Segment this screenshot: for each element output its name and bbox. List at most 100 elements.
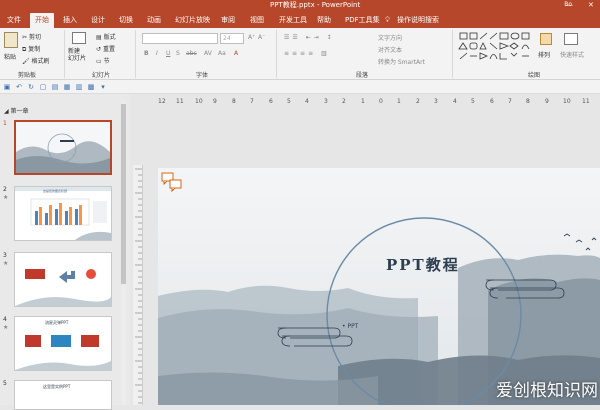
- slide-subtitle[interactable]: • PPT: [342, 323, 358, 330]
- new-slide-button[interactable]: 新建 幻灯片: [68, 48, 92, 62]
- ruler-tick-label: 0: [379, 98, 383, 105]
- spacing-icon[interactable]: AV: [204, 50, 212, 57]
- watermark-text: 爱创根知识网: [496, 381, 598, 401]
- change-case-icon[interactable]: Aa: [218, 50, 226, 57]
- slide-number: 4: [3, 316, 7, 323]
- quick-styles-icon[interactable]: [564, 33, 578, 45]
- star-icon: ★: [3, 324, 9, 331]
- tab-view[interactable]: 视图: [245, 13, 269, 28]
- ruler-tick-label: 7: [508, 98, 512, 105]
- divider: [135, 30, 136, 78]
- bold-icon[interactable]: B: [144, 50, 149, 57]
- thumbnail-scrollbar[interactable]: [121, 100, 126, 405]
- section-header[interactable]: ◢ 第一章: [4, 106, 29, 115]
- list-icons[interactable]: ☰☰ ⇤⇥ ↕: [284, 34, 335, 41]
- format-painter-button[interactable]: 🖌︎ 格式刷: [22, 56, 50, 65]
- smartart-button[interactable]: 转换为 SmartArt: [378, 57, 425, 66]
- slide-2-preview: [15, 187, 111, 240]
- slide-thumbnail-3[interactable]: [14, 252, 112, 307]
- tab-pdf-tools[interactable]: PDF工具集: [340, 13, 385, 28]
- ruler-tick-label: 7: [250, 98, 254, 105]
- ruler-tick-label: 6: [269, 98, 273, 105]
- font-group-label: 字体: [196, 72, 209, 79]
- new-slide-icon[interactable]: [72, 32, 86, 44]
- tab-file[interactable]: 文件: [2, 13, 26, 28]
- grow-font-icon[interactable]: A⁺: [248, 34, 255, 41]
- section-button[interactable]: ▭ 节: [96, 56, 110, 65]
- ruler-tick-label: 9: [545, 98, 549, 105]
- tab-help[interactable]: 帮助: [312, 13, 336, 28]
- grid-icon[interactable]: ▩: [87, 83, 95, 91]
- copy-label: 复制: [28, 46, 41, 53]
- present-icon[interactable]: ▥: [75, 83, 83, 91]
- ruler-tick-label: 5: [471, 98, 475, 105]
- arrange-icon[interactable]: [540, 33, 552, 45]
- layout-button[interactable]: ▤ 版式: [96, 32, 116, 41]
- ruler-tick-label: 2: [342, 98, 346, 105]
- ruler-tick-label: 10: [563, 98, 571, 105]
- start-slideshow-icon[interactable]: ▢: [39, 83, 47, 91]
- redo-icon[interactable]: ↻: [27, 83, 35, 91]
- horizontal-ruler: 12 11 10 9 8 7 6 5 4 3 2 1 0 1 2 3 4 5 6 7 8 9 10 11: [158, 98, 600, 108]
- star-icon: ★: [3, 194, 9, 201]
- ruler-tick-label: 6: [490, 98, 494, 105]
- slide-3-preview: [15, 253, 111, 306]
- slide-title[interactable]: PPT教程: [386, 254, 460, 275]
- slide-thumbnail-2[interactable]: 这是您的图表标题: [14, 186, 112, 241]
- slide-number: 5: [3, 380, 7, 387]
- font-color-icon[interactable]: A: [234, 50, 238, 57]
- tab-transitions[interactable]: 切换: [114, 13, 138, 28]
- underline-icon[interactable]: U: [166, 50, 170, 57]
- quick-styles-button[interactable]: 快速样式: [560, 50, 584, 59]
- ruler-tick-label: 10: [195, 98, 203, 105]
- star-icon: ★: [3, 260, 9, 267]
- tab-design[interactable]: 设计: [86, 13, 110, 28]
- layout-label: 版式: [103, 34, 116, 41]
- tab-slideshow[interactable]: 幻灯片放映: [170, 13, 215, 28]
- ribbon-tabs: 文件 开始 插入 设计 切换 动画 幻灯片放映 审阅 视图 开发工具 帮助 PD…: [0, 10, 600, 28]
- scrollbar-thumb[interactable]: [121, 104, 126, 284]
- shrink-font-icon[interactable]: A⁻: [258, 34, 265, 41]
- slide-4-title: 流星灵弹PPT: [45, 320, 69, 325]
- tab-home[interactable]: 开始: [30, 13, 54, 28]
- tab-animations[interactable]: 动画: [142, 13, 166, 28]
- ruler-tick-label: 3: [324, 98, 328, 105]
- text-direction-button[interactable]: 文字方向: [378, 33, 402, 42]
- tell-me-search[interactable]: 操作说明搜索: [392, 13, 444, 28]
- tab-insert[interactable]: 插入: [58, 13, 82, 28]
- image-icon[interactable]: ▦: [63, 83, 71, 91]
- tab-review[interactable]: 审阅: [216, 13, 240, 28]
- font-name-input[interactable]: [142, 33, 218, 44]
- align-text-button[interactable]: 对齐文本: [378, 45, 402, 54]
- slide-thumbnail-5[interactable]: 这里是实例PPT: [14, 380, 112, 410]
- font-size-input[interactable]: 24: [220, 33, 244, 44]
- ribbon: 粘贴 ✂ 剪切 ⧉ 复制 🖌︎ 格式刷 剪贴板 新建 幻灯片 ▤ 版式 ↺ 重置…: [0, 28, 600, 80]
- strikethrough-icon[interactable]: abc: [186, 50, 197, 57]
- thumbnail-icon[interactable]: ▤: [51, 83, 59, 91]
- tab-developer[interactable]: 开发工具: [274, 13, 312, 28]
- copy-button[interactable]: ⧉ 复制: [22, 44, 40, 54]
- slide-canvas[interactable]: PPT教程 • PPT: [158, 168, 600, 405]
- slide-thumbnail-4[interactable]: 流星灵弹PPT: [14, 316, 112, 371]
- reset-button[interactable]: ↺ 重置: [96, 44, 115, 53]
- undo-icon[interactable]: ↶: [15, 83, 23, 91]
- shapes-gallery[interactable]: [458, 31, 532, 67]
- slide-thumbnail-1[interactable]: [14, 120, 112, 175]
- align-icons[interactable]: ≡≡≡≡ ▥: [284, 50, 330, 57]
- ruler-tick-label: 5: [287, 98, 291, 105]
- paste-button[interactable]: 粘贴: [4, 52, 16, 61]
- shadow-icon[interactable]: S: [176, 50, 180, 57]
- slide-thumbnail-pane: ◢ 第一章 1 2 ★ 这是您的图表标题 3 ★ 4 ★ 流星灵弹PPT 5 这…: [0, 94, 130, 410]
- arrange-button[interactable]: 排列: [538, 50, 550, 59]
- drawing-group-label: 绘图: [528, 72, 541, 79]
- paste-icon[interactable]: [4, 32, 18, 48]
- cut-button[interactable]: ✂ 剪切: [22, 32, 41, 41]
- minimize-icon[interactable]: —: [566, 0, 573, 10]
- slide-5-title: 这里是实例PPT: [43, 384, 71, 389]
- slide-number: 3: [3, 252, 7, 259]
- customize-toolbar-icon[interactable]: ▾: [99, 83, 107, 91]
- italic-icon[interactable]: I: [156, 50, 158, 57]
- save-icon[interactable]: ▣: [3, 83, 11, 91]
- close-icon[interactable]: ✕: [588, 0, 594, 10]
- comment-icon[interactable]: [161, 172, 185, 192]
